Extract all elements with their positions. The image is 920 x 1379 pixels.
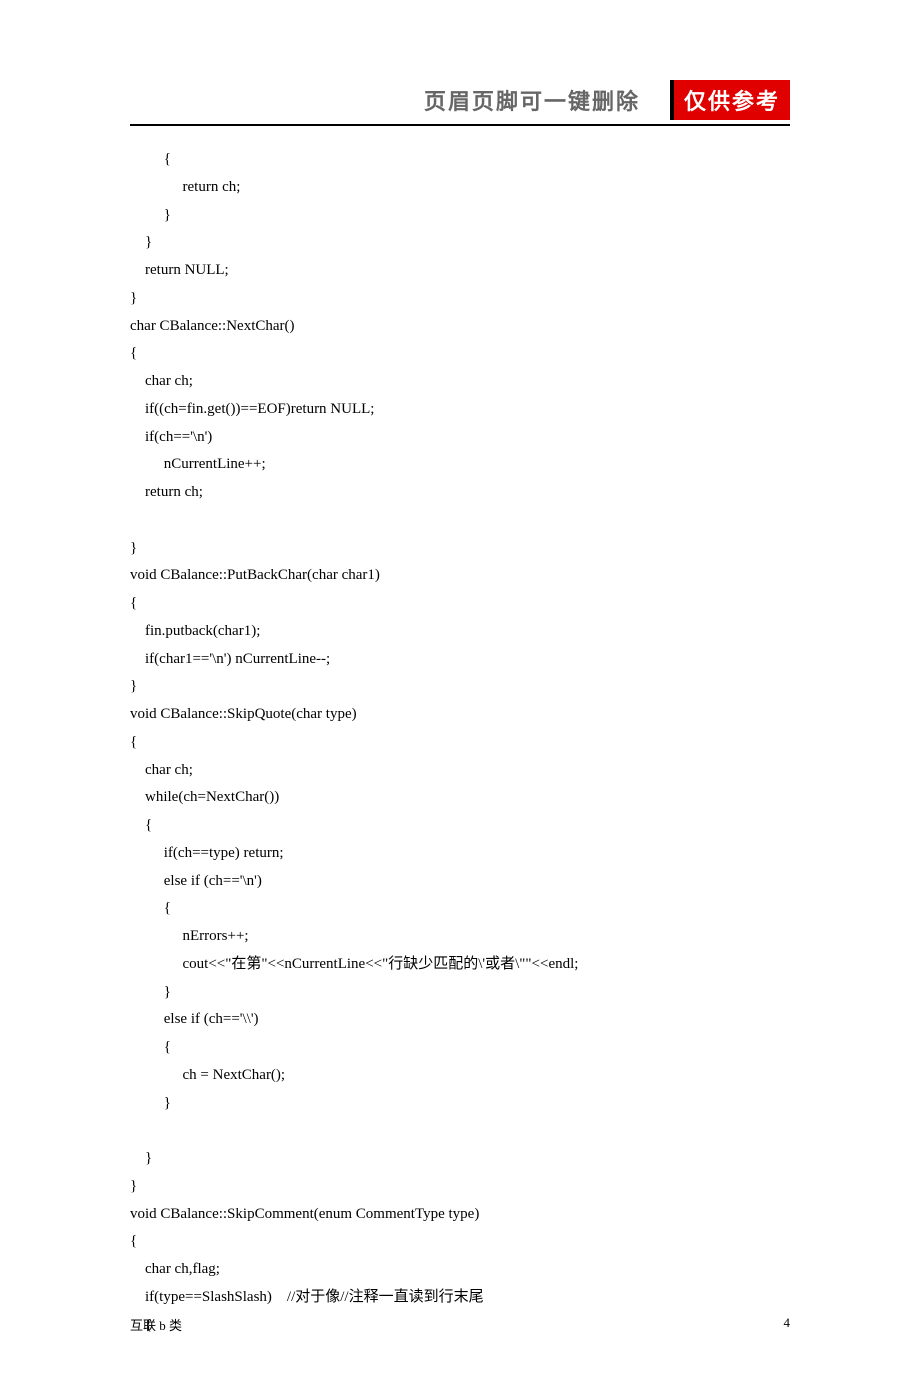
header-title: 页眉页脚可一键删除 bbox=[424, 84, 640, 116]
footer-left-text: 互联 b 类 bbox=[130, 1315, 182, 1334]
page-footer: 互联 b 类 4 bbox=[130, 1315, 790, 1334]
code-content: { return ch; } } return NULL; } char CBa… bbox=[130, 146, 790, 1339]
page-number: 4 bbox=[784, 1315, 791, 1334]
page-header: 页眉页脚可一键删除 仅供参考 bbox=[130, 80, 790, 126]
header-stamp: 仅供参考 bbox=[670, 80, 790, 120]
document-page: 页眉页脚可一键删除 仅供参考 { return ch; } } return N… bbox=[0, 0, 920, 1379]
